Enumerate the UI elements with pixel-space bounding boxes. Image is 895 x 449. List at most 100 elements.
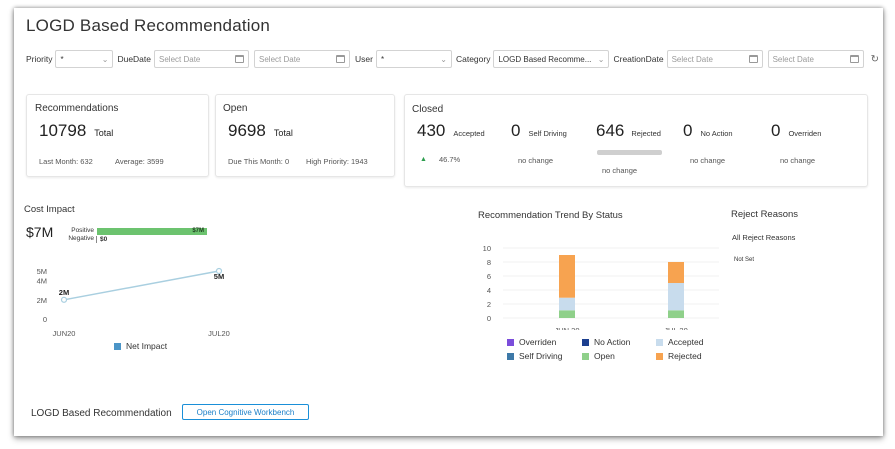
closed-card: Closed 430 Accepted ▲ 46.7% 0 Self Drivi… [404,94,868,187]
category-value: LOGD Based Recomme... [498,54,592,64]
negative-value: $0 [100,236,108,243]
trend-chart-title: Recommendation Trend By Status [478,210,623,221]
overriden-label: Overriden [788,129,822,138]
x-tick-label: JUL 20 [664,326,688,330]
footer-title: LOGD Based Recommendation [31,408,172,419]
trend-bar-chart: 0 2 4 6 8 10 JUN 20 JUL 20 [483,244,719,330]
reject-reasons-subtitle: All Reject Reasons [732,233,796,242]
legend-label: Rejected [668,351,702,361]
chevron-down-icon: ⌄ [597,54,605,64]
overriden-value: 0 [771,121,781,140]
total-row: 9698 Total [228,121,293,141]
closed-accepted: 430 Accepted [417,121,485,141]
closed-no-action: 0 No Action [683,121,733,141]
bar-segment-open [668,310,684,318]
cost-impact-line-chart: 02M4M5MJUN20 JUL202M5M [37,267,230,338]
no-action-label: No Action [700,129,733,138]
closed-self-driving: 0 Self Driving [511,121,567,141]
closed-overriden: 0 Overriden [771,121,821,141]
x-tick-label: JUN20 [53,329,76,338]
category-label: Category [455,54,491,64]
y-tick-label: 4M [37,277,47,286]
self-driving-value: 0 [511,121,521,140]
legend-swatch [582,352,589,360]
accepted-change-value: 46.7% [438,155,461,164]
cost-impact-total: $7M [26,224,54,240]
y-tick-label: 2 [487,300,491,309]
legend-item-open[interactable]: Open [582,351,615,361]
calendar-icon[interactable] [748,55,758,63]
priority-label: Priority [26,54,53,64]
last-month: Last Month: 632 [39,157,93,166]
due-this-month: Due This Month: 0 [228,157,290,166]
user-label: User [355,54,373,64]
legend-item-accepted[interactable]: Accepted [656,337,703,347]
open-cognitive-workbench-button[interactable]: Open Cognitive Workbench [182,404,309,420]
y-tick-label: 0 [43,315,47,324]
creationdate-to-placeholder: Select Date [772,54,814,64]
legend-swatch [582,338,589,346]
high-priority: High Priority: 1943 [306,157,368,166]
dashboard-window: LOGD Based Recommendation Priority * ⌄ D… [14,8,883,436]
y-tick-label: 4 [487,286,491,295]
net-impact-line [63,270,220,301]
priority-value: * [60,54,64,64]
y-tick-label: 0 [487,314,491,323]
legend-swatch [507,338,514,346]
accepted-change: ▲ 46.7% [420,155,460,164]
positive-bar: $7M [97,228,207,235]
creationdate-from-placeholder: Select Date [671,54,713,64]
overriden-change: no change [780,156,816,165]
no-action-change: no change [690,156,726,165]
data-label: 5M [214,272,224,281]
legend-item-self-driving[interactable]: Self Driving [507,351,562,361]
creationdate-label: CreationDate [613,54,664,64]
data-label: 2M [59,288,69,297]
total-label: Total [94,128,114,138]
reject-reason-item: Not Set [734,257,755,263]
bar-segment-accepted [668,283,684,311]
cost-impact-title: Cost Impact [24,204,75,215]
card-title: Closed [412,104,444,115]
negative-label: Negative [68,235,94,242]
rejected-change: no change [602,166,638,175]
net-impact-legend[interactable]: Net Impact [114,341,167,351]
page-title: LOGD Based Recommendation [26,16,271,35]
creationdate-to-field[interactable]: Select Date [767,50,864,68]
duedate-from-field[interactable]: Select Date [154,50,250,68]
chevron-down-icon: ⌄ [101,54,109,64]
calendar-icon[interactable] [235,55,245,63]
refresh-icon[interactable]: ↻ [871,54,879,65]
bar-segment-accepted [559,297,575,311]
x-tick-label: JUL20 [208,329,230,338]
total-value: 10798 [39,121,87,140]
duedate-to-field[interactable]: Select Date [254,50,351,68]
priority-select[interactable]: * ⌄ [55,50,114,68]
bar-segment-rejected [668,262,684,283]
recommendations-card: Recommendations 10798 Total Last Month: … [26,94,209,177]
user-select[interactable]: * ⌄ [375,50,452,68]
negative-divider [96,236,97,243]
legend-item-no-action[interactable]: No Action [582,337,630,347]
accepted-value: 430 [417,121,446,140]
legend-item-rejected[interactable]: Rejected [656,351,702,361]
rejected-label: Rejected [631,129,661,138]
closed-rejected: 646 Rejected [596,121,661,141]
no-action-value: 0 [683,121,693,140]
y-tick-label: 8 [487,258,491,267]
card-title: Recommendations [35,103,119,114]
legend-label: Self Driving [519,351,563,361]
category-select[interactable]: LOGD Based Recomme... ⌄ [493,50,610,68]
calendar-icon[interactable] [849,55,859,63]
user-value: * [380,54,385,64]
calendar-icon[interactable] [336,55,346,63]
open-card: Open 9698 Total Due This Month: 0 High P… [215,94,395,177]
legend-item-overriden[interactable]: Overriden [507,337,556,347]
card-title: Open [223,103,248,114]
duedate-label: DueDate [117,54,152,64]
creationdate-from-field[interactable]: Select Date [666,50,763,68]
legend-swatch [507,352,514,360]
up-arrow-icon: ▲ [420,156,427,163]
total-label: Total [273,128,293,138]
legend-label: Net Impact [126,341,168,351]
